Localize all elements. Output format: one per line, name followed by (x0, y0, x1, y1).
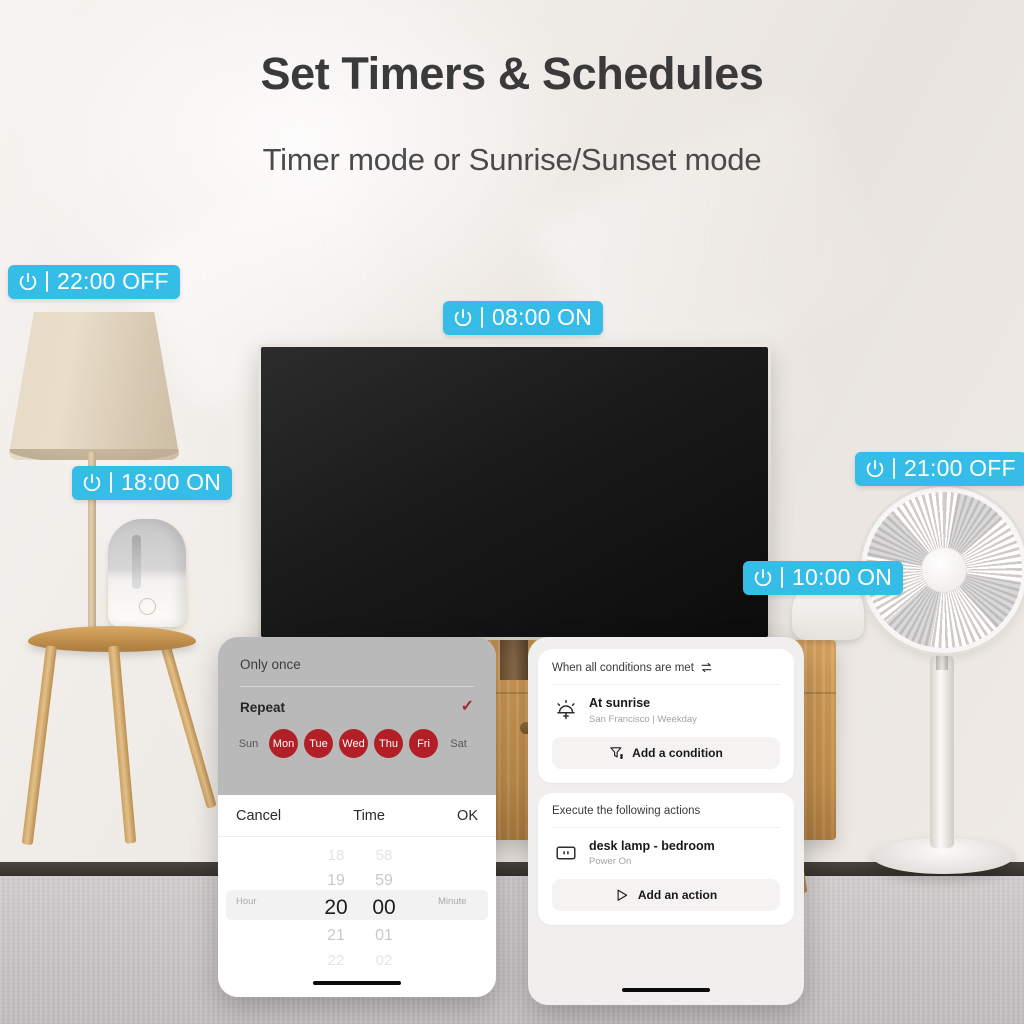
power-icon (866, 459, 884, 477)
home-indicator[interactable] (313, 981, 401, 985)
power-icon (454, 308, 472, 326)
hour-option[interactable]: 22 (310, 948, 362, 973)
page-title: Set Timers & Schedules (260, 48, 764, 99)
timer-badge-label: 08:00 ON (492, 304, 593, 330)
minute-option[interactable]: 59 (358, 868, 410, 893)
actions-header-label: Execute the following actions (552, 804, 701, 817)
television (258, 344, 771, 640)
hour-option[interactable]: 21 (310, 923, 362, 948)
timer-badge-label: 21:00 OFF (904, 455, 1016, 481)
condition-subtitle: San Francisco | Weekday (589, 713, 697, 725)
table-lamp-shade (8, 312, 180, 460)
pedestal-fan-pole (930, 656, 954, 848)
actions-card: Execute the following actions desk lamp … (538, 792, 794, 926)
ok-button[interactable]: OK (457, 808, 478, 824)
day-chip-sat[interactable]: Sat (444, 729, 473, 758)
only-once-row[interactable]: Only once (218, 637, 496, 677)
hour-option-selected[interactable]: 20 (310, 893, 362, 923)
condition-text: At sunrise San Francisco | Weekday (589, 696, 697, 725)
timer-badge-0800-on: 08:00 ON (443, 301, 604, 335)
filter-add-icon (610, 747, 623, 760)
automation-phone: When all conditions are met At sunrise S… (528, 637, 804, 1005)
repeat-label: Repeat (240, 699, 286, 715)
badge-divider (781, 567, 783, 588)
repeat-row[interactable]: Repeat ✓ (218, 687, 496, 727)
add-condition-label: Add a condition (632, 745, 723, 760)
promo-scene: Set Timers & Schedules Timer mode or Sun… (0, 0, 1024, 1024)
power-icon (19, 272, 37, 290)
cancel-button[interactable]: Cancel (236, 808, 281, 824)
day-chip-sun[interactable]: Sun (234, 729, 263, 758)
add-action-label: Add an action (637, 888, 718, 903)
minute-option[interactable]: 01 (358, 923, 410, 948)
timer-badge-label: 22:00 OFF (57, 268, 169, 294)
timer-badge-2200-off: 22:00 OFF (8, 265, 180, 299)
swap-arrows-icon[interactable] (700, 661, 713, 674)
minute-option[interactable]: 58 (358, 843, 410, 868)
sunrise-icon (557, 700, 575, 720)
minute-option[interactable]: 02 (358, 948, 410, 973)
badge-divider (481, 307, 483, 328)
badge-divider (46, 271, 48, 292)
time-picker-body[interactable]: Hour Minute 18 19 20 21 22 58 59 00 01 0… (218, 837, 496, 997)
tv-screen (261, 347, 768, 637)
timer-badge-2100-off: 21:00 OFF (855, 452, 1024, 486)
hour-unit-label: Hour (236, 896, 257, 907)
power-icon (754, 568, 772, 586)
tv-stand-neck (500, 640, 528, 680)
conditions-card: When all conditions are met At sunrise S… (538, 649, 794, 783)
page-subtitle: Timer mode or Sunrise/Sunset mode (262, 142, 762, 177)
hour-option[interactable]: 19 (310, 868, 362, 893)
action-subtitle: Power On (589, 856, 632, 868)
minute-unit-label: Minute (438, 896, 467, 907)
check-icon: ✓ (460, 698, 474, 715)
power-icon (83, 473, 101, 491)
condition-title: At sunrise (589, 696, 651, 710)
timer-picker-phone: Only once Repeat ✓ Sun Mon Tue Wed Thu F… (218, 637, 496, 997)
badge-divider (110, 472, 112, 493)
conditions-header: When all conditions are met (552, 661, 780, 685)
timer-badge-1000-on: 10:00 ON (743, 561, 904, 595)
pedestal-fan-hub (921, 547, 967, 593)
timer-badge-1800-on: 18:00 ON (72, 466, 233, 500)
time-picker-title: Time (353, 807, 385, 824)
home-indicator[interactable] (622, 988, 710, 992)
hour-option[interactable]: 18 (310, 843, 362, 868)
minute-wheel[interactable]: 58 59 00 01 02 (358, 843, 410, 973)
only-once-label: Only once (240, 656, 301, 672)
action-title: desk lamp - bedroom (589, 838, 715, 853)
timer-badge-label: 10:00 ON (792, 564, 893, 590)
room-floor (0, 876, 1024, 1024)
conditions-header-label: When all conditions are met (552, 661, 694, 674)
actions-header: Execute the following actions (552, 805, 780, 828)
time-picker-header: Cancel Time OK (218, 795, 496, 837)
day-chip-tue[interactable]: Tue (304, 729, 333, 758)
add-action-button[interactable]: Add an action (552, 879, 780, 912)
day-chip-thu[interactable]: Thu (374, 729, 403, 758)
minute-option-selected[interactable]: 00 (358, 893, 410, 923)
day-chip-wed[interactable]: Wed (339, 729, 368, 758)
weekday-selector: Sun Mon Tue Wed Thu Fri Sat (218, 727, 496, 758)
day-chip-fri[interactable]: Fri (409, 729, 438, 758)
hour-wheel[interactable]: 18 19 20 21 22 (310, 843, 362, 973)
repeat-options-sheet: Only once Repeat ✓ Sun Mon Tue Wed Thu F… (218, 637, 496, 795)
add-condition-button[interactable]: Add a condition (552, 736, 780, 769)
badge-divider (893, 458, 895, 479)
action-text: desk lamp - bedroom Power On (589, 839, 715, 868)
action-row-desk-lamp[interactable]: desk lamp - bedroom Power On (552, 828, 780, 880)
smart-plug-icon (556, 846, 576, 860)
condition-row-at-sunrise[interactable]: At sunrise San Francisco | Weekday (552, 685, 780, 737)
humidifier-power-button (139, 598, 156, 615)
day-chip-mon[interactable]: Mon (269, 729, 298, 758)
play-add-icon (617, 889, 627, 901)
timer-badge-label: 18:00 ON (121, 469, 222, 495)
